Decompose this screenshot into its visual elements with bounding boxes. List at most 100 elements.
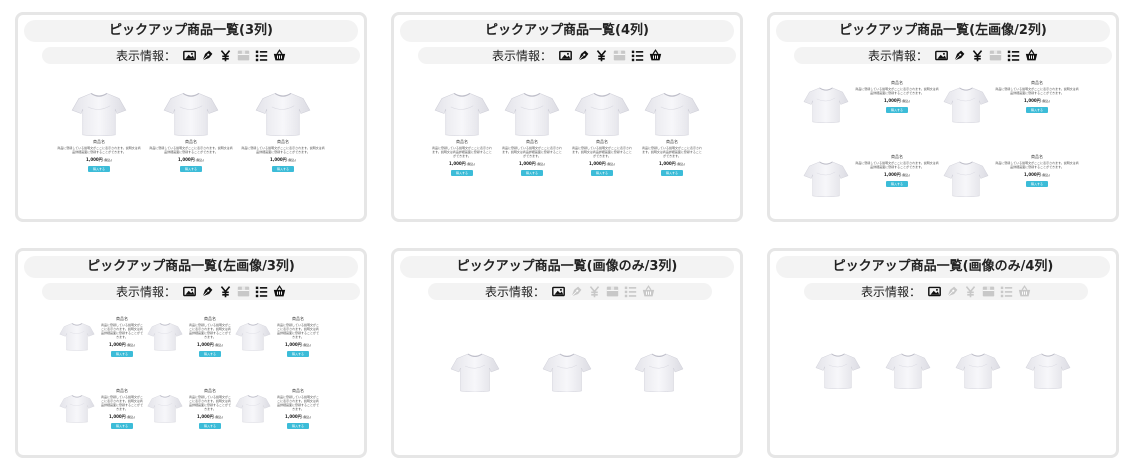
- box-icon[interactable]: [989, 49, 1002, 62]
- pen-nib-icon[interactable]: [953, 49, 966, 62]
- image-icon[interactable]: [183, 49, 196, 62]
- product-name[interactable]: 商品名: [237, 139, 329, 144]
- pen-nib-icon[interactable]: [946, 285, 959, 298]
- yen-icon[interactable]: [595, 49, 608, 62]
- product-name[interactable]: 商品名: [497, 139, 567, 144]
- product-item[interactable]: 商品名 商品に登録している説明文がここに表示されます。説明文は商品詳細画面に登録す…: [147, 313, 235, 385]
- product-item[interactable]: [521, 351, 613, 392]
- product-item[interactable]: 商品名 商品に登録している説明文がここに表示されます。説明文は商品詳細画面に登録す…: [59, 385, 147, 457]
- list-icon[interactable]: [1007, 49, 1020, 62]
- tshirt-image[interactable]: [803, 159, 849, 197]
- product-name[interactable]: 商品名: [101, 316, 143, 321]
- image-icon[interactable]: [183, 285, 196, 298]
- image-icon[interactable]: [559, 49, 572, 62]
- pen-nib-icon[interactable]: [201, 285, 214, 298]
- product-item[interactable]: 商品名 商品に登録している説明文がここに表示されます。説明文は商品詳細画面に登録す…: [145, 90, 237, 172]
- image-icon[interactable]: [552, 285, 565, 298]
- tshirt-image[interactable]: [59, 393, 95, 423]
- buy-button[interactable]: 購入する: [1026, 107, 1048, 113]
- tshirt-image[interactable]: [235, 393, 271, 423]
- tshirt-image[interactable]: [815, 351, 861, 389]
- basket-icon[interactable]: [1025, 49, 1038, 62]
- buy-button[interactable]: 購入する: [199, 351, 221, 357]
- list-icon[interactable]: [1000, 285, 1013, 298]
- product-name[interactable]: 商品名: [567, 139, 637, 144]
- product-item[interactable]: 商品名 商品に登録している説明文がここに表示されます。説明文は商品詳細画面に登録す…: [567, 90, 637, 176]
- box-icon[interactable]: [606, 285, 619, 298]
- product-item[interactable]: 商品名 商品に登録している説明文がここに表示されます。説明文は商品詳細画面に登録す…: [235, 313, 323, 385]
- tshirt-image[interactable]: [955, 351, 1001, 389]
- product-name[interactable]: 商品名: [53, 139, 145, 144]
- buy-button[interactable]: 購入する: [88, 166, 110, 172]
- product-item[interactable]: 商品名 商品に登録している説明文がここに表示されます。説明文は商品詳細画面に登録す…: [427, 90, 497, 176]
- buy-button[interactable]: 購入する: [111, 423, 133, 429]
- product-name[interactable]: 商品名: [427, 139, 497, 144]
- buy-button[interactable]: 購入する: [180, 166, 202, 172]
- buy-button[interactable]: 購入する: [287, 423, 309, 429]
- product-name[interactable]: 商品名: [189, 388, 231, 393]
- pen-nib-icon[interactable]: [570, 285, 583, 298]
- basket-icon[interactable]: [649, 49, 662, 62]
- buy-button[interactable]: 購入する: [661, 170, 683, 176]
- product-item[interactable]: 商品名 商品に登録している説明文がここに表示されます。説明文は商品詳細画面に登録す…: [147, 385, 235, 457]
- product-item[interactable]: 商品名 商品に登録している説明文がここに表示されます。説明文は商品詳細画面に登録す…: [637, 90, 707, 176]
- buy-button[interactable]: 購入する: [521, 170, 543, 176]
- product-item[interactable]: [613, 351, 705, 392]
- box-icon[interactable]: [237, 49, 250, 62]
- tshirt-image[interactable]: [71, 90, 127, 136]
- tshirt-image[interactable]: [235, 321, 271, 351]
- product-item[interactable]: 商品名 商品に登録している説明文がここに表示されます。説明文は商品詳細画面に登録す…: [53, 90, 145, 172]
- product-item[interactable]: [1013, 351, 1083, 389]
- image-icon[interactable]: [928, 285, 941, 298]
- product-name[interactable]: 商品名: [145, 139, 237, 144]
- basket-icon[interactable]: [273, 285, 286, 298]
- product-name[interactable]: 商品名: [277, 316, 319, 321]
- product-name[interactable]: 商品名: [277, 388, 319, 393]
- yen-icon[interactable]: [971, 49, 984, 62]
- box-icon[interactable]: [237, 285, 250, 298]
- buy-button[interactable]: 購入する: [111, 351, 133, 357]
- product-item[interactable]: [943, 351, 1013, 389]
- tshirt-image[interactable]: [885, 351, 931, 389]
- product-item[interactable]: 商品名 商品に登録している説明文がここに表示されます。説明文は商品詳細画面に登録す…: [59, 313, 147, 385]
- tshirt-image[interactable]: [574, 90, 630, 136]
- box-icon[interactable]: [613, 49, 626, 62]
- product-name[interactable]: 商品名: [189, 316, 231, 321]
- product-item[interactable]: 商品名 商品に登録している説明文がここに表示されます。説明文は商品詳細画面に登録す…: [803, 77, 943, 151]
- product-item[interactable]: 商品名 商品に登録している説明文がここに表示されます。説明文は商品詳細画面に登録す…: [943, 77, 1083, 151]
- tshirt-image[interactable]: [450, 351, 500, 392]
- basket-icon[interactable]: [273, 49, 286, 62]
- yen-icon[interactable]: [219, 285, 232, 298]
- buy-button[interactable]: 購入する: [1026, 181, 1048, 187]
- product-item[interactable]: 商品名 商品に登録している説明文がここに表示されます。説明文は商品詳細画面に登録す…: [803, 151, 943, 225]
- list-icon[interactable]: [624, 285, 637, 298]
- tshirt-image[interactable]: [644, 90, 700, 136]
- tshirt-image[interactable]: [542, 351, 592, 392]
- tshirt-image[interactable]: [147, 393, 183, 423]
- pen-nib-icon[interactable]: [577, 49, 590, 62]
- yen-icon[interactable]: [588, 285, 601, 298]
- list-icon[interactable]: [631, 49, 644, 62]
- pen-nib-icon[interactable]: [201, 49, 214, 62]
- tshirt-image[interactable]: [434, 90, 490, 136]
- list-icon[interactable]: [255, 49, 268, 62]
- tshirt-image[interactable]: [943, 85, 989, 123]
- buy-button[interactable]: 購入する: [451, 170, 473, 176]
- tshirt-image[interactable]: [1025, 351, 1071, 389]
- buy-button[interactable]: 購入する: [591, 170, 613, 176]
- buy-button[interactable]: 購入する: [886, 107, 908, 113]
- basket-icon[interactable]: [1018, 285, 1031, 298]
- tshirt-image[interactable]: [803, 85, 849, 123]
- basket-icon[interactable]: [642, 285, 655, 298]
- product-name[interactable]: 商品名: [995, 80, 1079, 85]
- product-item[interactable]: 商品名 商品に登録している説明文がここに表示されます。説明文は商品詳細画面に登録す…: [237, 90, 329, 172]
- buy-button[interactable]: 購入する: [886, 181, 908, 187]
- tshirt-image[interactable]: [943, 159, 989, 197]
- box-icon[interactable]: [982, 285, 995, 298]
- product-item[interactable]: [429, 351, 521, 392]
- product-item[interactable]: [873, 351, 943, 389]
- tshirt-image[interactable]: [634, 351, 684, 392]
- tshirt-image[interactable]: [504, 90, 560, 136]
- tshirt-image[interactable]: [255, 90, 311, 136]
- product-item[interactable]: 商品名 商品に登録している説明文がここに表示されます。説明文は商品詳細画面に登録す…: [497, 90, 567, 176]
